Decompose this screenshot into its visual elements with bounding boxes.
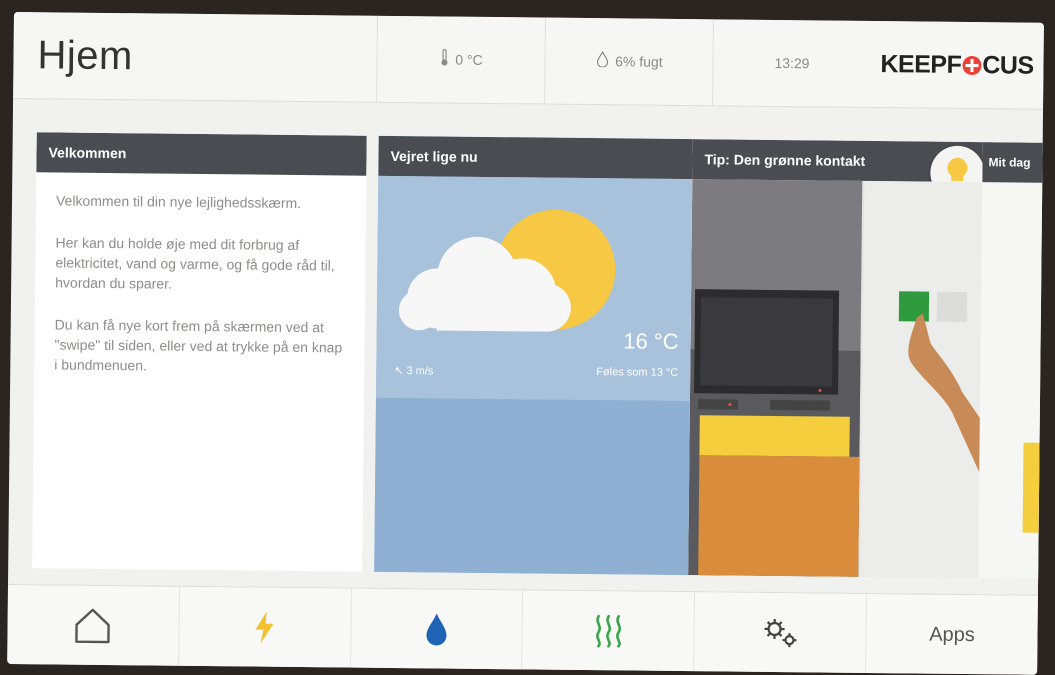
humidity-value: 6% fugt bbox=[615, 53, 663, 70]
nav-home-button[interactable] bbox=[7, 585, 179, 667]
clock: 13:29 bbox=[711, 19, 872, 107]
weather-lower-panel bbox=[374, 397, 692, 576]
humidity-icon bbox=[595, 50, 609, 72]
welcome-paragraph: Velkommen til din nye lejlighedsskærm. bbox=[55, 192, 302, 212]
logo-text-right: CUS bbox=[982, 50, 1034, 80]
nav-settings-button[interactable] bbox=[693, 592, 867, 674]
page-title: Hjem bbox=[37, 32, 134, 78]
bottom-nav: Apps bbox=[7, 583, 1038, 675]
wind-direction-icon: ↖ bbox=[394, 365, 404, 378]
partly-cloudy-icon bbox=[398, 209, 616, 332]
time-value: 13:29 bbox=[774, 54, 810, 72]
tip-illustration bbox=[688, 179, 993, 579]
gear-icon bbox=[764, 618, 797, 648]
nav-water-button[interactable] bbox=[349, 588, 523, 671]
welcome-card[interactable]: Velkommen Velkommen til din nye lejlighe… bbox=[32, 132, 367, 572]
welcome-card-body: Velkommen til din nye lejlighedsskærm. H… bbox=[34, 172, 367, 417]
brand-logo: KEEPF CUS bbox=[870, 21, 1044, 109]
lightning-icon bbox=[255, 611, 274, 644]
weather-wind: ↖ 3 m/s bbox=[394, 365, 434, 378]
water-drop-icon bbox=[426, 613, 447, 646]
card-carousel[interactable]: Velkommen Velkommen til din nye lejlighe… bbox=[8, 98, 1044, 595]
nav-apps-button[interactable]: Apps bbox=[865, 593, 1038, 675]
weather-temperature: 16 °C bbox=[623, 328, 679, 354]
nav-apps-label: Apps bbox=[929, 623, 975, 646]
welcome-paragraph: Du kan få nye kort frem på skærmen ved a… bbox=[54, 316, 343, 374]
temperature-indicator: 0 °C bbox=[376, 15, 545, 104]
daily-card-illustration bbox=[1022, 442, 1044, 533]
nav-electricity-button[interactable] bbox=[177, 586, 351, 669]
daily-card-title: Mit dag bbox=[982, 142, 1044, 183]
thermometer-icon bbox=[439, 48, 449, 71]
tip-card[interactable]: Tip: Den grønne kontakt bbox=[688, 139, 993, 579]
home-icon bbox=[75, 608, 111, 644]
logo-text-left: KEEPF bbox=[880, 49, 962, 79]
humidity-indicator: 6% fugt bbox=[543, 17, 713, 106]
nav-heat-button[interactable] bbox=[521, 590, 695, 673]
weather-card[interactable]: Vejret lige nu 16 °C ↖ 3 m/s Føles som 1… bbox=[374, 135, 695, 576]
logo-plus-icon bbox=[962, 55, 982, 75]
header-bar: Hjem 0 °C 6% fugt 13:29 KEEPF CUS bbox=[13, 12, 1044, 110]
temperature-value: 0 °C bbox=[455, 51, 483, 68]
daily-card[interactable]: Mit dag bbox=[978, 142, 1044, 579]
touch-screen: Hjem 0 °C 6% fugt 13:29 KEEPF CUS Velkom… bbox=[7, 12, 1044, 675]
weather-feels-like: Føles som 13 °C bbox=[596, 366, 679, 379]
weather-card-title: Vejret lige nu bbox=[378, 135, 695, 180]
heat-icon bbox=[595, 614, 621, 648]
welcome-paragraph: Her kan du holde øje med dit forbrug af … bbox=[55, 234, 335, 292]
welcome-card-title: Velkommen bbox=[36, 132, 367, 176]
